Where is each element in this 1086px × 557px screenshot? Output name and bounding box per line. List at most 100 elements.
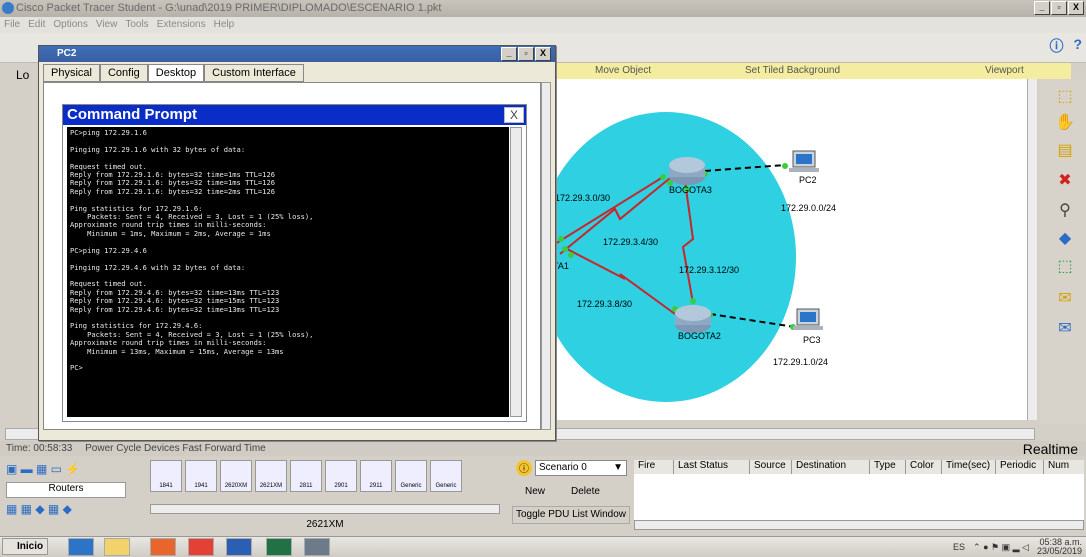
language-indicator[interactable]: ES bbox=[953, 542, 965, 552]
router-bogota2-icon[interactable] bbox=[675, 305, 711, 333]
logical-workspace[interactable]: BOGOTA3 BOGOTA2 TA1 PC2 PC3 172.29.3.0/3… bbox=[536, 79, 1027, 420]
realtime-mode-label[interactable]: Realtime bbox=[1023, 441, 1078, 457]
clock[interactable]: 05:38 a.m. 23/05/2019 bbox=[1037, 538, 1082, 556]
tab-config[interactable]: Config bbox=[99, 64, 148, 82]
label-lan-1: 172.29.1.0/24 bbox=[773, 357, 828, 367]
tab-custom-interface[interactable]: Custom Interface bbox=[204, 64, 304, 82]
label-pc3: PC3 bbox=[803, 335, 821, 345]
menu-view[interactable]: View bbox=[96, 19, 118, 31]
terminal-output[interactable]: PC>ping 172.29.1.6 Pinging 172.29.1.6 wi… bbox=[67, 127, 509, 417]
pc2-tabs: Physical Config Desktop Custom Interface bbox=[43, 64, 551, 82]
menu-extensions[interactable]: Extensions bbox=[157, 19, 206, 31]
pc2-title: PC2 bbox=[57, 48, 77, 59]
draw-shape-icon[interactable]: ◆ bbox=[1054, 227, 1076, 249]
scenario-select[interactable]: Scenario 0 ▼ bbox=[535, 460, 627, 476]
col-periodic: Periodic bbox=[996, 460, 1044, 474]
hand-icon[interactable]: ✋ bbox=[1054, 111, 1076, 133]
delete-scenario-button[interactable]: Delete bbox=[561, 484, 610, 502]
move-object-button[interactable]: Move Object bbox=[595, 65, 651, 76]
command-prompt-close-button[interactable]: X bbox=[504, 107, 524, 123]
menu-bar: File Edit Options View Tools Extensions … bbox=[0, 17, 1086, 33]
close-button[interactable]: X bbox=[1068, 1, 1084, 15]
terminal-line: Pinging 172.29.4.6 with 32 bytes of data… bbox=[70, 262, 246, 272]
model-generic-a[interactable]: Generic bbox=[395, 460, 427, 492]
minimize-button[interactable]: _ bbox=[1034, 1, 1050, 15]
label-net-3-12: 172.29.3.12/30 bbox=[679, 265, 739, 275]
pc2-maximize-button[interactable]: ▫ bbox=[518, 47, 534, 61]
col-type: Type bbox=[870, 460, 906, 474]
chrome-taskbar-icon[interactable] bbox=[188, 538, 214, 556]
col-time: Time(sec) bbox=[942, 460, 996, 474]
pc3-icon[interactable] bbox=[793, 308, 823, 330]
tool-palette: ⬚ ✋ ▤ ✖ ⚲ ◆ ⬚ ✉ ✉ bbox=[1040, 79, 1086, 424]
device-subcategory-icons[interactable]: ▦ ▦ ◆ ▦ ◆ bbox=[6, 502, 126, 518]
tab-desktop[interactable]: Desktop bbox=[147, 64, 205, 82]
menu-help[interactable]: Help bbox=[214, 19, 235, 31]
menu-options[interactable]: Options bbox=[53, 19, 87, 31]
packet-tracer-taskbar-icon[interactable] bbox=[304, 538, 330, 556]
model-2901[interactable]: 2901 bbox=[325, 460, 357, 492]
set-tiled-background-button[interactable]: Set Tiled Background bbox=[745, 65, 840, 76]
command-prompt-title: Command Prompt bbox=[63, 105, 526, 125]
menu-edit[interactable]: Edit bbox=[28, 19, 45, 31]
pdu-table-scrollbar[interactable] bbox=[634, 520, 1084, 530]
power-cycle-link[interactable]: Power Cycle Devices Fast Forward Time bbox=[85, 443, 266, 454]
label-bogota2: BOGOTA2 bbox=[678, 331, 721, 341]
add-complex-pdu-icon[interactable]: ✉ bbox=[1054, 317, 1076, 339]
router-model-list: 1841 1941 2620XM 2621XM 2811 2901 2911 G… bbox=[150, 460, 500, 498]
maximize-button[interactable]: ▫ bbox=[1051, 1, 1067, 15]
viewport-button[interactable]: Viewport bbox=[985, 65, 1024, 76]
label-net-3-4: 172.29.3.4/30 bbox=[603, 237, 658, 247]
pc2-icon[interactable] bbox=[789, 150, 819, 172]
menu-tools[interactable]: Tools bbox=[125, 19, 148, 31]
model-list-scrollbar[interactable] bbox=[150, 504, 500, 514]
model-generic-b[interactable]: Generic bbox=[430, 460, 462, 492]
model-1841[interactable]: 1841 bbox=[150, 460, 182, 492]
zoom-icon[interactable]: ⚲ bbox=[1054, 199, 1076, 221]
packet-tracer-icon bbox=[2, 2, 14, 14]
label-bogota3: BOGOTA3 bbox=[669, 185, 712, 195]
pc2-vertical-scrollbar[interactable] bbox=[541, 82, 551, 430]
add-simple-pdu-icon[interactable]: ✉ bbox=[1054, 287, 1076, 309]
device-category-icons[interactable]: ▣ ▬ ▦ ▭ ⚡ bbox=[6, 462, 106, 480]
google-taskbar-icon[interactable] bbox=[150, 538, 176, 556]
bottom-panel: ▣ ▬ ▦ ▭ ⚡ Routers ▦ ▦ ◆ ▦ ◆ 1841 1941 26… bbox=[0, 456, 1086, 536]
scenario-info-icon[interactable]: ⓘ bbox=[516, 460, 532, 476]
terminal-scrollbar[interactable] bbox=[510, 127, 522, 417]
info-icons: ⓘ ? bbox=[1049, 36, 1082, 56]
pdu-table-header: Fire Last Status Source Destination Type… bbox=[634, 460, 1084, 474]
model-1941[interactable]: 1941 bbox=[185, 460, 217, 492]
word-taskbar-icon[interactable] bbox=[226, 538, 252, 556]
model-2621xm[interactable]: 2621XM bbox=[255, 460, 287, 492]
menu-file[interactable]: File bbox=[4, 19, 20, 31]
tab-physical[interactable]: Physical bbox=[43, 64, 100, 82]
explorer-taskbar-icon[interactable] bbox=[104, 538, 130, 556]
select-icon[interactable]: ⬚ bbox=[1054, 85, 1076, 107]
router-bogota3-icon[interactable] bbox=[669, 157, 705, 185]
app-title-bar: Cisco Packet Tracer Student - G:\unad\20… bbox=[0, 0, 1086, 17]
new-scenario-button[interactable]: New bbox=[515, 484, 555, 502]
model-2620xm[interactable]: 2620XM bbox=[220, 460, 252, 492]
command-prompt-window: Command Prompt X PC>ping 172.29.1.6 Ping… bbox=[62, 104, 527, 422]
time-bar: Time: 00:58:33 Power Cycle Devices Fast … bbox=[0, 441, 1086, 456]
partial-logical-tab[interactable]: Lo bbox=[16, 68, 29, 82]
delete-icon[interactable]: ✖ bbox=[1054, 169, 1076, 191]
resize-icon[interactable]: ⬚ bbox=[1054, 255, 1076, 277]
terminal-line: Reply from 172.29.4.6: bytes=32 time=13m… bbox=[70, 304, 280, 314]
info-icon[interactable]: ⓘ bbox=[1049, 36, 1063, 56]
col-source: Source bbox=[750, 460, 792, 474]
excel-taskbar-icon[interactable] bbox=[266, 538, 292, 556]
toggle-pdu-list-button[interactable]: Toggle PDU List Window bbox=[512, 506, 630, 524]
pc2-minimize-button[interactable]: _ bbox=[501, 47, 517, 61]
help-icon[interactable]: ? bbox=[1073, 36, 1082, 56]
model-2811[interactable]: 2811 bbox=[290, 460, 322, 492]
tray-icons[interactable]: ⌃ ● ⚑ ▣ ▂ ◁ bbox=[973, 542, 1029, 553]
outlook-taskbar-icon[interactable] bbox=[68, 538, 94, 556]
workspace-vertical-scrollbar[interactable] bbox=[1027, 79, 1037, 420]
model-2911[interactable]: 2911 bbox=[360, 460, 392, 492]
selected-model-label: 2621XM bbox=[306, 519, 344, 530]
label-lan-0: 172.29.0.0/24 bbox=[781, 203, 836, 213]
note-icon[interactable]: ▤ bbox=[1054, 139, 1076, 161]
pc2-close-button[interactable]: X bbox=[535, 47, 551, 61]
start-button[interactable]: Inicio bbox=[2, 538, 48, 555]
